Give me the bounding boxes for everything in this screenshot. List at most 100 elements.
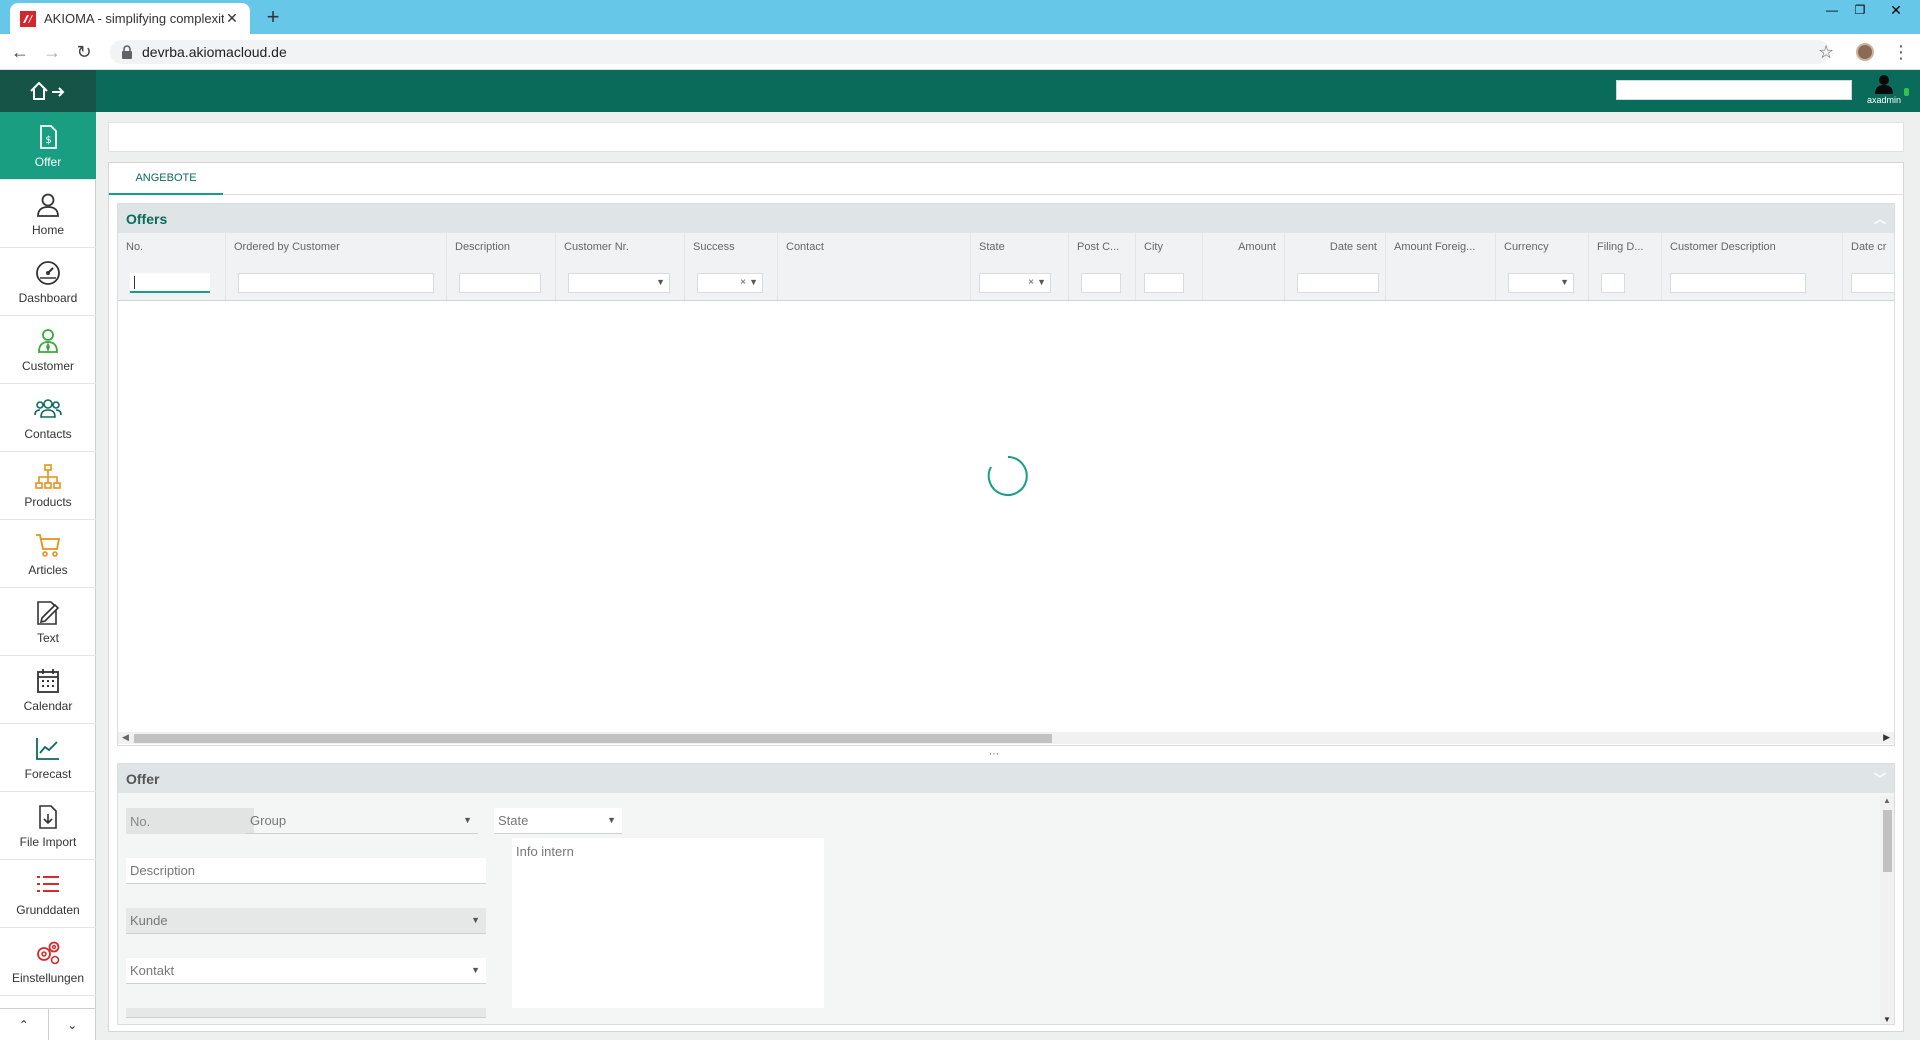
collapse-down-icon[interactable]: ﹀ — [1874, 770, 1886, 787]
clear-icon[interactable]: × — [740, 277, 746, 288]
info-intern-textarea[interactable]: Info intern — [512, 838, 824, 1008]
column-no: No. — [118, 233, 226, 300]
minimize-button[interactable]: — — [1818, 0, 1846, 20]
column-city: City — [1136, 233, 1203, 300]
filter-state-select[interactable]: × ▼ — [979, 273, 1051, 293]
column-header[interactable]: Ordered by Customer — [234, 241, 340, 253]
sidebar-item-text[interactable]: Text — [0, 588, 96, 656]
filter-ordered-by-input[interactable] — [238, 273, 434, 293]
sidebar-item-label: Dashboard — [18, 290, 78, 305]
sidebar-item-grunddaten[interactable]: Grunddaten — [0, 860, 96, 928]
sidebar-item-customer[interactable]: Customer — [0, 316, 96, 384]
sidebar-item-file-import[interactable]: File Import — [0, 792, 96, 860]
horizontal-scrollbar[interactable]: ◀ ▶ — [118, 732, 1894, 744]
sidebar-item-contacts[interactable]: Contacts — [0, 384, 96, 452]
scrollbar-thumb[interactable] — [1883, 810, 1892, 872]
dropdown-arrow-icon: ▼ — [471, 915, 480, 925]
column-header[interactable]: Filing D... — [1597, 241, 1643, 253]
column-header[interactable]: State — [979, 241, 1005, 253]
chart-line-icon — [36, 737, 59, 760]
dropdown-arrow-icon: ▼ — [749, 277, 758, 287]
calendar-icon — [37, 668, 59, 693]
scroll-down-arrow-icon[interactable]: ▼ — [1883, 1015, 1891, 1024]
column-header[interactable]: Post C... — [1077, 241, 1119, 253]
restore-button[interactable]: ❐ — [1846, 0, 1874, 20]
browser-menu-icon[interactable]: ⋮ — [1892, 42, 1910, 63]
filter-date-sent-input[interactable] — [1297, 273, 1379, 293]
new-tab-button[interactable]: + — [260, 5, 286, 31]
filter-currency-select[interactable]: ▼ — [1508, 273, 1574, 293]
filter-post-code-input[interactable] — [1081, 273, 1121, 293]
home-navigate-button[interactable] — [0, 70, 96, 112]
dropdown-arrow-icon: ▼ — [471, 965, 480, 975]
column-header[interactable]: Amount — [1238, 241, 1276, 253]
sidebar-item-forecast[interactable]: Forecast — [0, 724, 96, 792]
back-icon[interactable]: ← — [10, 42, 30, 62]
scroll-left-icon[interactable]: ◀ — [122, 732, 129, 743]
sidebar-item-einstellungen[interactable]: Einstellungen — [0, 928, 96, 996]
kunde-select[interactable]: Kunde ▼ — [126, 908, 486, 934]
scroll-down-icon[interactable]: ⌄ — [47, 1009, 97, 1040]
description-field[interactable]: Description — [126, 858, 486, 884]
column-header[interactable]: Customer Nr. — [564, 241, 629, 253]
filter-customer-description-input[interactable] — [1670, 273, 1806, 293]
reload-icon[interactable]: ↻ — [74, 42, 94, 62]
sidebar-item-label: Einstellungen — [11, 970, 85, 985]
column-header[interactable]: City — [1144, 241, 1163, 253]
sidebar-item-products[interactable]: Products — [0, 452, 96, 520]
state-select[interactable]: State ▼ — [494, 808, 622, 834]
no-field[interactable]: No. — [126, 808, 254, 834]
splitter-handle[interactable]: ⋯ — [989, 749, 1000, 760]
scroll-up-arrow-icon[interactable]: ▲ — [1883, 796, 1891, 805]
column-header[interactable]: Date cr — [1851, 241, 1886, 253]
kontakt-select[interactable]: Kontakt ▼ — [126, 958, 486, 984]
column-header[interactable]: Success — [693, 241, 735, 253]
filter-customer-nr-select[interactable]: ▼ — [568, 273, 670, 293]
tab-close-icon[interactable]: ✕ — [224, 10, 240, 27]
column-header[interactable]: Contact — [786, 241, 824, 253]
browser-tab-title: AKIOMA - simplifying complexity — [44, 11, 224, 26]
window-close-button[interactable]: ✕ — [1874, 0, 1918, 20]
column-header[interactable]: Currency — [1504, 241, 1549, 253]
column-header[interactable]: Customer Description — [1670, 241, 1776, 253]
column-header[interactable]: Date sent — [1330, 241, 1377, 253]
tab-angebote[interactable]: ANGEBOTE — [109, 163, 223, 195]
column-header[interactable]: Amount Foreig... — [1394, 241, 1475, 253]
forward-icon[interactable]: → — [42, 42, 62, 62]
column-currency: Currency ▼ — [1496, 233, 1589, 300]
column-header[interactable]: Description — [455, 241, 510, 253]
lock-icon — [122, 45, 132, 59]
filter-success-select[interactable]: × ▼ — [697, 273, 763, 293]
browser-profile-avatar[interactable] — [1856, 43, 1874, 61]
text-edit-icon — [37, 600, 60, 625]
sidebar-item-calendar[interactable]: Calendar — [0, 656, 96, 724]
user-menu[interactable]: axadmin — [1860, 74, 1908, 110]
header-search-input[interactable] — [1616, 80, 1852, 100]
sidebar-item-articles[interactable]: Articles — [0, 520, 96, 588]
dropdown-arrow-icon: ▼ — [1560, 277, 1569, 287]
clear-icon[interactable]: × — [1028, 277, 1034, 288]
next-field-partial[interactable] — [126, 1008, 486, 1018]
sidebar-item-home[interactable]: Home — [0, 180, 96, 248]
group-select[interactable]: Group ▼ — [246, 808, 478, 834]
bookmark-star-icon[interactable]: ☆ — [1818, 42, 1834, 63]
svg-text:$: $ — [45, 135, 51, 146]
filter-no-input[interactable] — [130, 273, 210, 293]
column-header[interactable]: No. — [126, 241, 143, 253]
url-field[interactable]: devrba.akiomacloud.de — [110, 40, 1830, 64]
browser-tab[interactable]: AKIOMA - simplifying complexity ✕ — [10, 3, 250, 34]
form-vertical-scrollbar[interactable]: ▲ ▼ — [1880, 796, 1894, 1024]
scrollbar-thumb[interactable] — [134, 734, 1052, 743]
filter-city-input[interactable] — [1144, 273, 1184, 293]
filter-date-created-input[interactable] — [1851, 273, 1894, 293]
collapse-up-icon[interactable]: ︿ — [1874, 210, 1886, 227]
file-import-icon — [39, 804, 57, 829]
cart-icon — [36, 533, 61, 557]
sidebar-item-offer[interactable]: $ Offer — [0, 112, 96, 180]
sidebar-item-dashboard[interactable]: Dashboard — [0, 248, 96, 316]
scroll-up-icon[interactable]: ⌃ — [0, 1009, 48, 1040]
column-customer-nr: Customer Nr. ▼ — [556, 233, 685, 300]
filter-description-input[interactable] — [459, 273, 541, 293]
filter-filing-date-input[interactable] — [1601, 273, 1625, 293]
scroll-right-icon[interactable]: ▶ — [1883, 732, 1890, 743]
